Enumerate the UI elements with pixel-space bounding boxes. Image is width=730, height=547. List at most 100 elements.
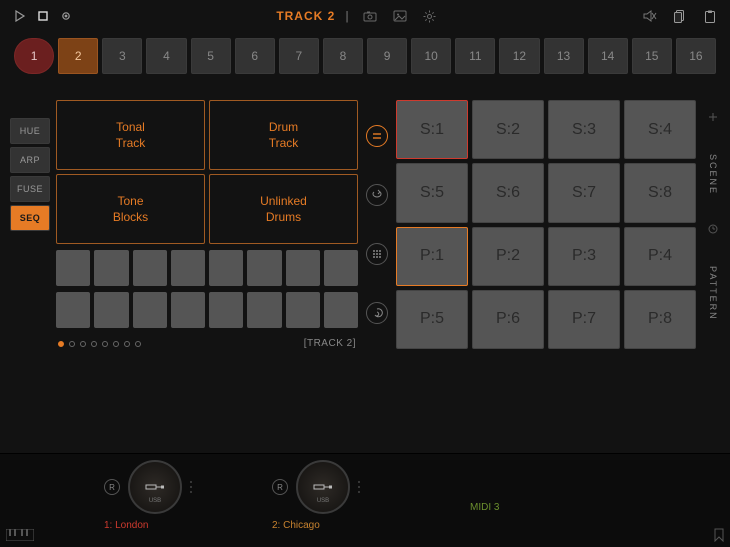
step-3[interactable]: 3 <box>102 38 142 74</box>
step-1[interactable]: 1 <box>14 38 54 74</box>
step-7[interactable]: 7 <box>279 38 319 74</box>
plus-icon[interactable] <box>708 112 718 125</box>
mini-pad[interactable] <box>324 292 358 328</box>
mini-pad[interactable] <box>94 250 128 286</box>
image-icon[interactable] <box>390 6 410 26</box>
scene-pad-2[interactable]: S:2 <box>472 100 544 159</box>
track-type-line2: Drums <box>266 210 301 224</box>
bookmark-icon[interactable] <box>714 528 724 545</box>
mini-pad[interactable] <box>56 292 90 328</box>
step-4[interactable]: 4 <box>146 38 186 74</box>
mode-arp[interactable]: ARP <box>10 147 50 173</box>
step-11[interactable]: 11 <box>455 38 495 74</box>
page-dot[interactable] <box>135 341 141 347</box>
mini-pad[interactable] <box>209 250 243 286</box>
mini-pad[interactable] <box>286 292 320 328</box>
step-15[interactable]: 15 <box>632 38 672 74</box>
pattern-pad-3[interactable]: P:3 <box>548 227 620 286</box>
scene-pad-8[interactable]: S:8 <box>624 163 696 222</box>
scene-pad-7[interactable]: S:7 <box>548 163 620 222</box>
scene-pad-1[interactable]: S:1 <box>396 100 468 159</box>
mode-hue[interactable]: HUE <box>10 118 50 144</box>
track-type-line1: Tonal <box>116 120 145 134</box>
step-13[interactable]: 13 <box>544 38 584 74</box>
step-5[interactable]: 5 <box>191 38 231 74</box>
page-dot[interactable] <box>124 341 130 347</box>
track-type-drum-track[interactable]: DrumTrack <box>209 100 358 170</box>
device-knob[interactable] <box>128 460 182 514</box>
page-dot[interactable] <box>69 341 75 347</box>
pattern-pad-6[interactable]: P:6 <box>472 290 544 349</box>
page-dots[interactable] <box>58 341 141 347</box>
mini-pad[interactable] <box>171 292 205 328</box>
mini-pad[interactable] <box>171 250 205 286</box>
page-dot[interactable] <box>80 341 86 347</box>
page-dot[interactable] <box>91 341 97 347</box>
mini-pad[interactable] <box>324 250 358 286</box>
step-8[interactable]: 8 <box>323 38 363 74</box>
mode-fuse[interactable]: FUSE <box>10 176 50 202</box>
page-dot[interactable] <box>58 341 64 347</box>
mini-pad[interactable] <box>56 250 90 286</box>
mini-pad[interactable] <box>94 292 128 328</box>
more-icon[interactable] <box>358 481 360 493</box>
record-icon[interactable] <box>56 6 76 26</box>
step-9[interactable]: 9 <box>367 38 407 74</box>
pattern-pad-8[interactable]: P:8 <box>624 290 696 349</box>
mini-pad[interactable] <box>133 250 167 286</box>
mini-pad[interactable] <box>247 292 281 328</box>
grid-icon[interactable] <box>366 243 388 265</box>
clock-icon[interactable] <box>708 224 718 237</box>
keyboard-icon[interactable] <box>6 529 34 544</box>
pad-row-2 <box>56 292 358 328</box>
play-icon[interactable] <box>10 6 30 26</box>
paste-icon[interactable] <box>700 6 720 26</box>
camera-icon[interactable] <box>360 6 380 26</box>
title-separator: | <box>345 9 349 23</box>
center-icon-rail <box>364 100 390 349</box>
pattern-pad-2[interactable]: P:2 <box>472 227 544 286</box>
mini-pad[interactable] <box>133 292 167 328</box>
pattern-pad-4[interactable]: P:4 <box>624 227 696 286</box>
record-arm-icon[interactable]: R <box>272 479 288 495</box>
swirl-icon[interactable] <box>366 302 388 324</box>
page-dot[interactable] <box>102 341 108 347</box>
track-type-unlinked-drums[interactable]: UnlinkedDrums <box>209 174 358 244</box>
loop-icon[interactable] <box>366 184 388 206</box>
track-type-line1: Tone <box>117 194 143 208</box>
transport-group <box>10 6 76 26</box>
pattern-pad-1[interactable]: P:1 <box>396 227 468 286</box>
mini-pad[interactable] <box>209 292 243 328</box>
mini-pad[interactable] <box>286 250 320 286</box>
pattern-label: PATTERN <box>708 266 718 321</box>
left-panel: Tonal Track DrumTrackToneBlocksUnlinkedDru… <box>56 100 358 349</box>
step-12[interactable]: 12 <box>499 38 539 74</box>
mute-icon[interactable] <box>640 6 660 26</box>
scene-assign-icon[interactable] <box>366 125 388 147</box>
top-bar: TRACK 2 | <box>0 0 730 32</box>
scene-pad-6[interactable]: S:6 <box>472 163 544 222</box>
record-arm-icon[interactable]: R <box>104 479 120 495</box>
more-icon[interactable] <box>190 481 192 493</box>
page-dot[interactable] <box>113 341 119 347</box>
stop-icon[interactable] <box>33 6 53 26</box>
step-14[interactable]: 14 <box>588 38 628 74</box>
track-type-line2: Track <box>116 136 146 150</box>
pattern-pad-5[interactable]: P:5 <box>396 290 468 349</box>
copy-icon[interactable] <box>670 6 690 26</box>
scene-pad-3[interactable]: S:3 <box>548 100 620 159</box>
scene-pad-5[interactable]: S:5 <box>396 163 468 222</box>
mini-pad[interactable] <box>247 250 281 286</box>
step-2[interactable]: 2 <box>58 38 98 74</box>
step-6[interactable]: 6 <box>235 38 275 74</box>
track-title[interactable]: TRACK 2 <box>276 9 335 23</box>
device-knob[interactable] <box>296 460 350 514</box>
scene-pad-4[interactable]: S:4 <box>624 100 696 159</box>
gear-icon[interactable] <box>420 6 440 26</box>
mode-seq[interactable]: SEQ <box>10 205 50 231</box>
track-type-tone-blocks[interactable]: ToneBlocks <box>56 174 205 244</box>
pattern-pad-7[interactable]: P:7 <box>548 290 620 349</box>
track-type-tonal-track[interactable]: Tonal Track <box>56 100 205 170</box>
step-10[interactable]: 10 <box>411 38 451 74</box>
step-16[interactable]: 16 <box>676 38 716 74</box>
